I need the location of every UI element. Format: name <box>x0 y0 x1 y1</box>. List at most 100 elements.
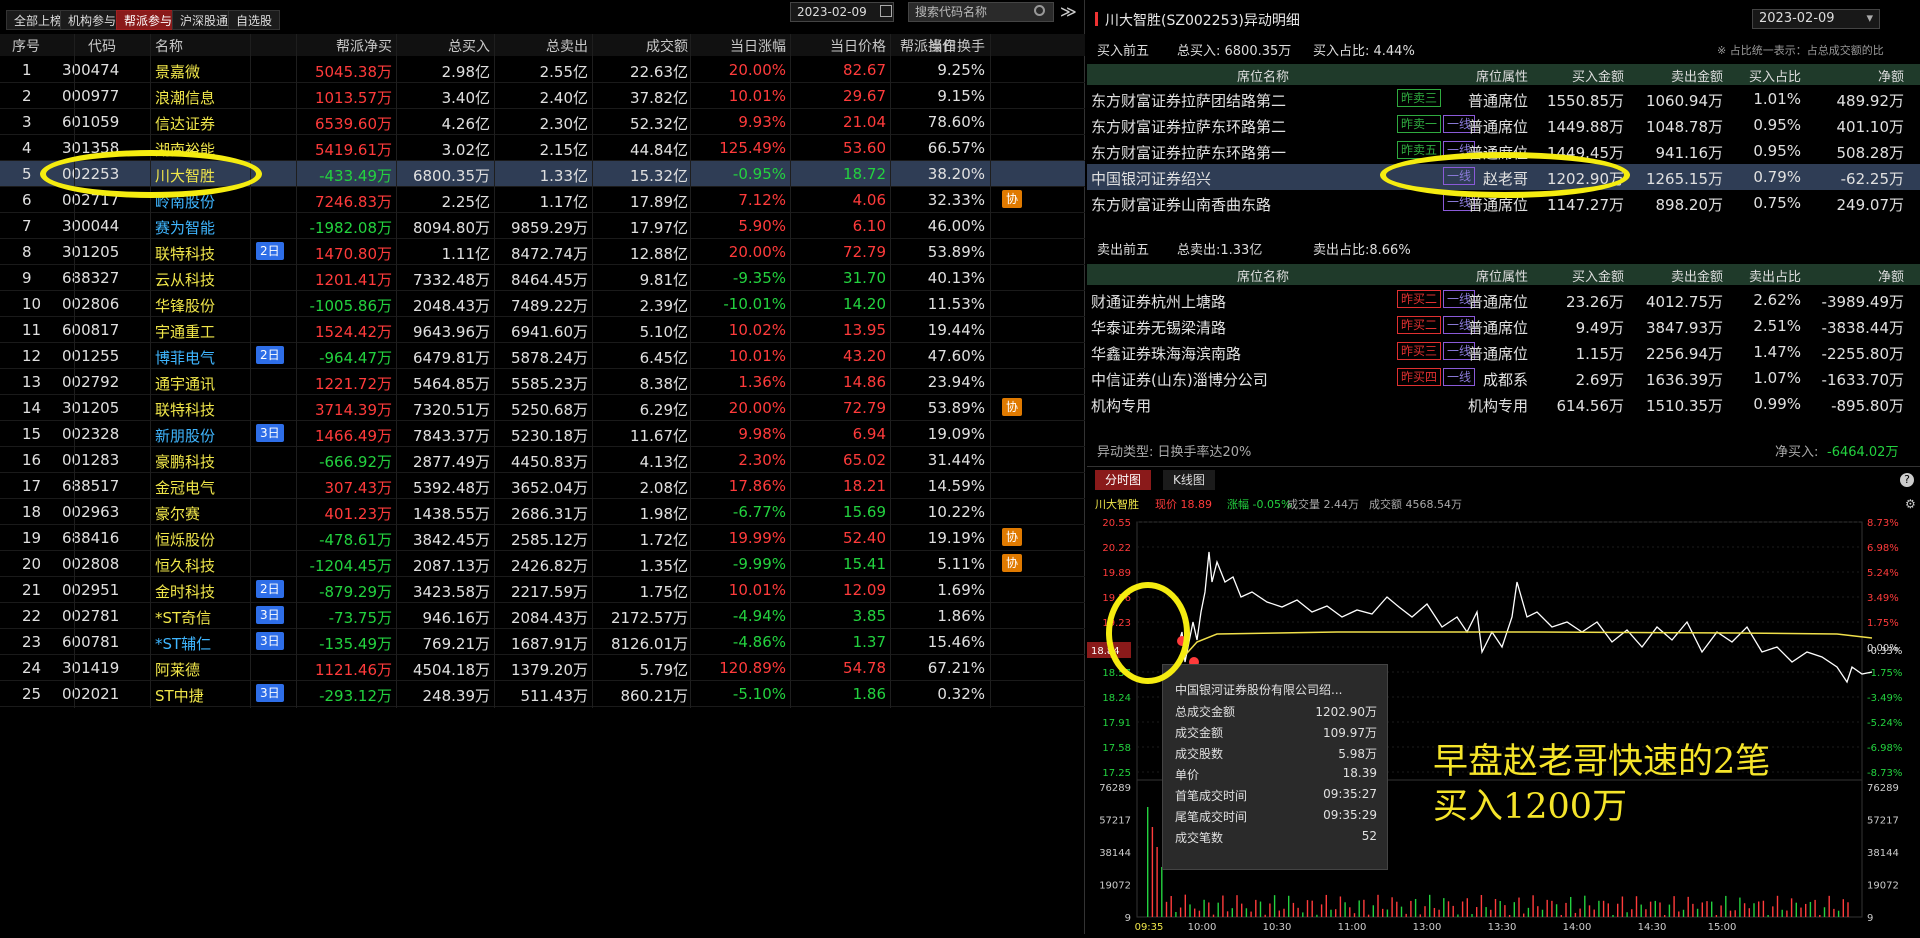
table-row[interactable]: 11 600817 宇通重工 1524.42万 9643.96万 6941.60万 5.10… <box>0 317 1085 343</box>
volume-bar <box>1184 894 1186 917</box>
seat-col-header[interactable]: 净额 <box>1878 266 1904 285</box>
table-row[interactable]: 10 002806 华锋股份 -1005.86万 2048.43万 7489.22万 2.3… <box>0 291 1085 317</box>
seat-col-header[interactable]: 买入金额 <box>1572 266 1624 285</box>
tab-intraday[interactable]: 分时图 <box>1095 470 1152 490</box>
col-header[interactable]: 帮派操作 <box>900 36 956 56</box>
seat-tag: 昨买二 <box>1397 290 1442 308</box>
col-header[interactable]: 总卖出 <box>546 36 588 56</box>
seat-row[interactable]: 东方财富证券拉萨团结路第二 昨卖三 普通席位 1550.85万 1060.94万 1.01… <box>1087 86 1920 112</box>
col-header[interactable]: 成交额 <box>646 36 688 56</box>
date-picker[interactable]: 2023-02-09 <box>790 2 894 22</box>
day-change: 19.99% <box>728 529 786 547</box>
stock-name: 新朋股份 <box>155 427 216 445</box>
col-header[interactable]: 代码 <box>88 36 116 56</box>
day-change: 17.86% <box>728 477 786 495</box>
seat-row[interactable]: 中信证券(山东)淄博分公司 昨买四 一线 成都系 2.69万 1636.39万 1.07% -… <box>1087 365 1920 391</box>
tooltip-value: 109.97万 <box>1323 726 1377 740</box>
calendar-icon[interactable] <box>880 5 892 17</box>
table-row[interactable]: 22 002781 *ST奇信 -73.75万 946.16万 2084.43万 2172.… <box>0 603 1085 629</box>
expand-icon[interactable]: ≫ <box>1060 2 1077 21</box>
table-row[interactable]: 23 600781 *ST辅仁 -135.49万 769.21万 1687.91万 8126… <box>0 629 1085 655</box>
table-row[interactable]: 17 688517 金冠电气 307.43万 5392.48万 3652.04万 2.08亿… <box>0 473 1085 499</box>
seat-col-header[interactable]: 席位属性 <box>1476 266 1528 285</box>
turnover-amount: 17.97亿 <box>630 219 688 237</box>
table-row[interactable]: 3 601059 信达证券 6539.60万 4.26亿 2.30亿 52.32亿 9.93%… <box>0 109 1085 135</box>
table-row[interactable]: 8 301205 联特科技 1470.80万 1.11亿 8472.74万 12.88亿 20… <box>0 239 1085 265</box>
cooperate-button[interactable]: 协 <box>1002 190 1023 208</box>
seat-row[interactable]: 东方财富证券拉萨东环路第二 昨卖一 一线 普通席位 1449.88万 1048.78万 0.… <box>1087 112 1920 138</box>
table-row[interactable]: 7 300044 赛为智能 -1982.08万 8094.80万 9859.29万 17.9… <box>0 213 1085 239</box>
total-sell: 2426.82万 <box>510 557 588 575</box>
seat-col-header[interactable]: 卖出金额 <box>1671 66 1723 85</box>
col-header[interactable]: 当日价格 <box>830 36 886 56</box>
volume-bar <box>1358 900 1360 917</box>
table-row[interactable]: 9 688327 云从科技 1201.41万 7332.48万 8464.45万 9.81亿… <box>0 265 1085 291</box>
table-row[interactable]: 14 301205 联特科技 3714.39万 7320.51万 5250.68万 6.29… <box>0 395 1085 421</box>
tab-2[interactable]: 帮派参与 <box>116 10 181 30</box>
total-sell: 2217.59万 <box>510 583 588 601</box>
table-row[interactable]: 20 002808 恒久科技 -1204.45万 2087.13万 2426.82万 1.3… <box>0 551 1085 577</box>
day-change: -9.99% <box>732 555 786 573</box>
volume-bar <box>1372 905 1374 917</box>
row-number: 5 <box>22 165 32 183</box>
table-row[interactable]: 16 001283 豪鹏科技 -666.92万 2877.49万 4450.83万 4.13… <box>0 447 1085 473</box>
day-price: 14.86 <box>843 373 886 391</box>
total-buy: 1438.55万 <box>412 505 490 523</box>
tab-kline[interactable]: K线图 <box>1163 470 1215 490</box>
seat-col-header[interactable]: 净额 <box>1878 66 1904 85</box>
help-icon[interactable]: ? <box>1900 473 1914 487</box>
turnover-amount: 860.21万 <box>620 687 689 705</box>
col-header[interactable]: 当日涨幅 <box>730 36 786 56</box>
search-input[interactable]: 搜索代码名称 <box>908 2 1054 22</box>
sell-summary: 卖出前五 总卖出:1.33亿 卖出占比:8.66% <box>1087 237 1920 258</box>
seat-col-header[interactable]: 席位名称 <box>1237 266 1289 285</box>
table-row[interactable]: 13 002792 通宇通讯 1221.72万 5464.85万 5585.23万 8.38… <box>0 369 1085 395</box>
tab-1[interactable]: 机构参与 <box>60 10 125 30</box>
col-header[interactable]: 序号 <box>12 36 40 56</box>
seat-col-header[interactable]: 卖出金额 <box>1671 266 1723 285</box>
day-change: 1.36% <box>738 373 786 391</box>
stock-name: 豪尔赛 <box>155 505 201 523</box>
total-buy: 3842.45万 <box>412 531 490 549</box>
turnover-amount: 44.84亿 <box>630 141 688 159</box>
seat-row[interactable]: 机构专用 机构专用 614.56万 1510.35万 0.99% -895.80万 <box>1087 391 1920 417</box>
seat-col-header[interactable]: 席位名称 <box>1237 66 1289 85</box>
seat-row[interactable]: 华鑫证券珠海海滨南路 昨买三 一线 普通席位 1.15万 2256.94万 1.47% -22… <box>1087 339 1920 365</box>
price-tick: 20.22 <box>1102 543 1131 554</box>
turnover-rate: 1.69% <box>937 581 985 599</box>
seat-row[interactable]: 财通证券杭州上塘路 昨买二 一线 普通席位 23.26万 4012.75万 2.62% -39… <box>1087 287 1920 313</box>
volume-tick: 9 <box>1125 913 1131 924</box>
pct-tick: 6.98% <box>1867 543 1899 554</box>
table-row[interactable]: 19 688416 恒烁股份 -478.61万 3842.45万 2585.12万 1.72… <box>0 525 1085 551</box>
seat-col-header[interactable]: 买入金额 <box>1572 66 1624 85</box>
table-row[interactable]: 21 002951 金时科技 -879.29万 3423.58万 2217.59万 1.75… <box>0 577 1085 603</box>
volume-bar <box>1734 910 1736 917</box>
seat-col-header[interactable]: 买入占比 <box>1749 66 1801 85</box>
table-row[interactable]: 24 301419 阿莱德 1121.46万 4504.18万 1379.20万 5.79亿… <box>0 655 1085 681</box>
seat-row[interactable]: 华泰证券无锡梁清路 昨买二 一线 普通席位 9.49万 3847.93万 2.51% -383… <box>1087 313 1920 339</box>
volume-bar <box>1433 907 1436 917</box>
table-row[interactable]: 25 002021 ST中捷 -293.12万 248.39万 511.43万 860.21… <box>0 681 1085 707</box>
search-icon[interactable] <box>1034 5 1045 16</box>
seat-col-header[interactable]: 席位属性 <box>1476 66 1528 85</box>
tab-4[interactable]: 自选股 <box>228 10 281 30</box>
table-row[interactable]: 2 000977 浪潮信息 1013.57万 3.40亿 2.40亿 37.82亿 10.01… <box>0 83 1085 109</box>
volume-bar <box>1461 901 1464 917</box>
cooperate-button[interactable]: 协 <box>1002 528 1023 546</box>
cooperate-button[interactable]: 协 <box>1002 554 1023 572</box>
cooperate-button[interactable]: 协 <box>1002 398 1023 416</box>
table-row[interactable]: 15 002328 新朋股份 1466.49万 7843.37万 5230.18万 11.6… <box>0 421 1085 447</box>
stock-code: 002021 <box>62 685 120 703</box>
table-row[interactable]: 12 001255 博菲电气 -964.47万 6479.81万 5878.24万 6.45… <box>0 343 1085 369</box>
table-row[interactable]: 18 002963 豪尔赛 401.23万 1438.55万 2686.31万 1.98亿 -… <box>0 499 1085 525</box>
table-row[interactable]: 1 300474 景嘉微 5045.38万 2.98亿 2.55亿 22.63亿 20.00%… <box>0 57 1085 83</box>
tab-3[interactable]: 沪深股通 <box>172 10 237 30</box>
col-header[interactable]: 名称 <box>155 36 183 56</box>
consecutive-badge: 2日 <box>256 580 284 598</box>
volume-bar <box>1790 898 1793 917</box>
col-header[interactable]: 帮派净买 <box>336 36 392 56</box>
detail-date-select[interactable]: 2023-02-09 <box>1752 9 1880 29</box>
seat-col-header[interactable]: 卖出占比 <box>1749 266 1801 285</box>
col-header[interactable]: 总买入 <box>448 36 490 56</box>
volume-bar <box>1800 907 1802 917</box>
